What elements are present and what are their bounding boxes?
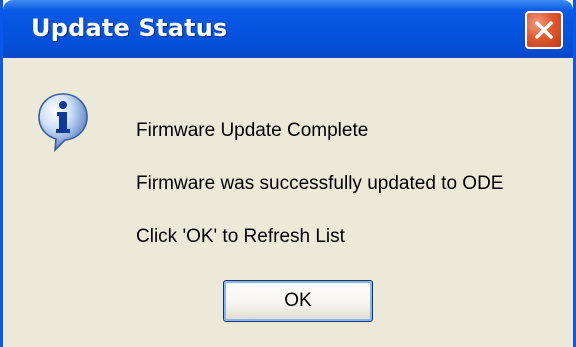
information-icon [38,93,88,152]
dialog-body: Firmware Update Complete Firmware was su… [3,58,573,347]
ok-button[interactable]: OK [223,280,373,322]
window-title: Update Status [31,14,228,42]
update-status-dialog: Update Status Firmware Update Complete F… [0,0,576,347]
close-button[interactable] [525,11,563,49]
message-line-1: Firmware Update Complete [136,120,369,141]
close-icon [535,21,553,39]
message-line-2: Firmware was successfully updated to ODE [136,173,504,194]
title-bar[interactable]: Update Status [3,0,573,58]
message-line-3: Click 'OK' to Refresh List [136,226,345,247]
